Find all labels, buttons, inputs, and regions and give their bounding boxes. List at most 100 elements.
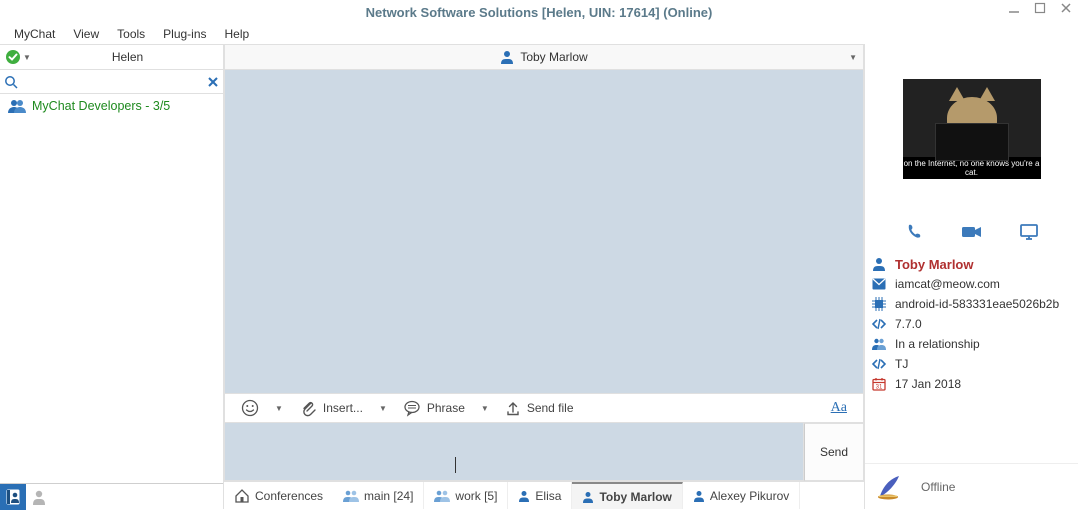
emoji-button[interactable]: [235, 397, 265, 419]
tab-work[interactable]: work [5]: [424, 482, 508, 509]
info-device-row: android-id-583331eae5026b2b: [871, 296, 1072, 312]
phrase-label: Phrase: [427, 401, 465, 415]
status-online-icon: [4, 48, 22, 66]
info-code: TJ: [895, 357, 908, 371]
tab-label: main [24]: [364, 489, 413, 503]
format-button[interactable]: Aa: [825, 398, 853, 418]
tab-label: Conferences: [255, 489, 323, 503]
chat-header-dropdown-icon[interactable]: ▼: [849, 53, 857, 62]
info-device: android-id-583331eae5026b2b: [895, 297, 1059, 311]
info-date: 17 Jan 2018: [895, 377, 961, 391]
tab-label: Alexey Pikurov: [710, 489, 789, 503]
quill-icon: [875, 473, 903, 501]
menu-mychat[interactable]: MyChat: [6, 25, 63, 43]
comm-buttons: [865, 214, 1078, 250]
avatar-image[interactable]: on the Internet, no one knows you're a c…: [903, 79, 1041, 179]
send-button[interactable]: Send: [804, 423, 864, 481]
screen-button[interactable]: [1019, 223, 1039, 241]
sendfile-label: Send file: [527, 401, 574, 415]
menu-view[interactable]: View: [65, 25, 107, 43]
menu-help[interactable]: Help: [217, 25, 258, 43]
search-input[interactable]: [20, 73, 203, 91]
left-sidebar: ▼ Helen MyChat Developers - 3/5: [0, 44, 224, 509]
group-icon: [8, 99, 26, 113]
presence-label: Offline: [921, 480, 955, 494]
minimize-button[interactable]: [1008, 2, 1020, 14]
info-code-row: TJ: [871, 356, 1072, 372]
status-name: Helen: [32, 50, 223, 64]
info-name-row: Toby Marlow: [871, 256, 1072, 272]
status-dropdown-icon[interactable]: ▼: [22, 53, 32, 62]
person-icon: [693, 490, 705, 502]
info-panel: on the Internet, no one knows you're a c…: [864, 44, 1078, 509]
tab-label: work [5]: [455, 489, 497, 503]
search-icon: [4, 75, 18, 89]
insert-dropdown-icon[interactable]: ▼: [375, 404, 391, 413]
message-input[interactable]: [224, 423, 804, 481]
group-icon: [434, 490, 450, 502]
maximize-button[interactable]: [1034, 2, 1046, 14]
phrase-dropdown-icon[interactable]: ▼: [477, 404, 493, 413]
call-button[interactable]: [905, 222, 925, 242]
avatar-box: on the Internet, no one knows you're a c…: [865, 44, 1078, 214]
attach-button[interactable]: Insert...: [293, 397, 369, 419]
tab-label: Toby Marlow: [599, 490, 671, 504]
window-title: Network Software Solutions [Helen, UIN: …: [366, 5, 713, 20]
code-icon: [871, 356, 887, 372]
text-cursor-icon: [455, 457, 456, 473]
compose-toolbar: ▼ Insert... ▼ Phrase ▼ Send file Aa: [224, 393, 864, 423]
chat-peer-name: Toby Marlow: [520, 50, 587, 64]
tab-main[interactable]: main [24]: [333, 482, 424, 509]
sendfile-button[interactable]: Send file: [499, 398, 580, 418]
people-icon: [871, 336, 887, 352]
emoji-dropdown-icon[interactable]: ▼: [271, 404, 287, 413]
contact-group[interactable]: MyChat Developers - 3/5: [6, 96, 217, 116]
sidebar-tab-person[interactable]: [26, 484, 52, 510]
info-name: Toby Marlow: [895, 257, 973, 272]
tab-label: Elisa: [535, 489, 561, 503]
menu-plugins[interactable]: Plug-ins: [155, 25, 214, 43]
sidebar-bottom-tabs: [0, 483, 223, 509]
info-email-row[interactable]: iamcat@meow.com: [871, 276, 1072, 292]
tab-toby-marlow[interactable]: Toby Marlow: [572, 482, 682, 509]
search-row: [0, 70, 223, 94]
person-icon: [518, 490, 530, 502]
person-icon: [500, 50, 514, 64]
tab-elisa[interactable]: Elisa: [508, 482, 572, 509]
code-icon: [871, 316, 887, 332]
search-clear-icon[interactable]: [207, 76, 219, 88]
contacts-list: MyChat Developers - 3/5: [0, 94, 223, 483]
sidebar-tab-contacts[interactable]: [0, 484, 26, 510]
info-list: Toby Marlow iamcat@meow.com android-id-5…: [865, 256, 1078, 392]
status-row[interactable]: ▼ Helen: [0, 44, 223, 70]
chat-header[interactable]: Toby Marlow ▼: [224, 44, 864, 70]
info-email: iamcat@meow.com: [895, 277, 1000, 291]
mail-icon: [871, 276, 887, 292]
chat-pane: Toby Marlow ▼ ▼ Insert... ▼ Phrase ▼ Sen: [224, 44, 864, 509]
info-relationship-row: In a relationship: [871, 336, 1072, 352]
calendar-icon: 31: [871, 376, 887, 392]
svg-text:31: 31: [876, 385, 883, 391]
phrase-button[interactable]: Phrase: [397, 397, 471, 419]
title-bar: Network Software Solutions [Helen, UIN: …: [0, 0, 1078, 24]
chat-tabs: Conferences main [24] work [5] Elisa: [224, 481, 864, 509]
chat-messages-area[interactable]: [224, 70, 864, 393]
presence-row: Offline: [865, 463, 1078, 509]
person-icon: [582, 491, 594, 503]
group-icon: [343, 490, 359, 502]
info-version-row: 7.7.0: [871, 316, 1072, 332]
close-button[interactable]: [1060, 2, 1072, 14]
video-button[interactable]: [961, 224, 983, 240]
menu-tools[interactable]: Tools: [109, 25, 153, 43]
insert-label: Insert...: [323, 401, 363, 415]
person-icon: [871, 256, 887, 272]
contact-group-label: MyChat Developers - 3/5: [32, 99, 170, 113]
chip-icon: [871, 296, 887, 312]
info-date-row: 31 17 Jan 2018: [871, 376, 1072, 392]
menu-bar: MyChat View Tools Plug-ins Help: [0, 24, 1078, 44]
home-icon: [234, 489, 250, 503]
info-relationship: In a relationship: [895, 337, 980, 351]
info-version: 7.7.0: [895, 317, 922, 331]
tab-alexey[interactable]: Alexey Pikurov: [683, 482, 800, 509]
tab-conferences[interactable]: Conferences: [224, 482, 333, 509]
